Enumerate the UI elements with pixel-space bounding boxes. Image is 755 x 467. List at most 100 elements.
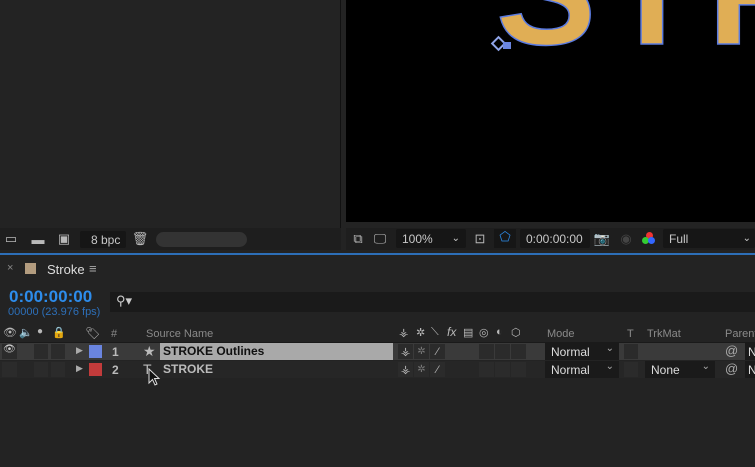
viewer-timecode[interactable]: 0:00:00:00 [520,229,590,248]
snapshot-camera-icon[interactable]: 📷 [594,231,610,247]
label-color-swatch[interactable] [89,363,102,376]
always-preview-icon[interactable]: ⧉ [350,231,366,247]
layer-column-header: 👁 🔈 ● 🔒 🏷 # Source Name ⚶ ✲ ⟍ fx ▤ ◎ ◐ ⬡… [0,323,755,343]
column-parent: Parent [725,328,755,340]
layer-index: 1 [112,345,119,359]
project-toolbar: ▭ ▬ ▣ 8 bpc 🗑 [0,228,341,250]
layer-name[interactable]: STROKE [160,361,393,378]
layer-search-input[interactable]: ⚲▾ [110,292,755,312]
motion-blur-switch[interactable] [479,344,494,359]
adjustment-switch[interactable] [495,362,510,377]
region-of-interest-icon[interactable]: ⊡ [472,231,488,247]
3d-switch[interactable] [511,362,526,377]
collapse-switch-icon[interactable]: ✲ [414,362,429,377]
zoom-dropdown[interactable]: 100% ⌄ [396,229,466,248]
lock-toggle[interactable] [51,344,65,359]
shape-layer-star-icon: ★ [143,343,156,359]
color-channels-icon[interactable] [642,232,658,246]
trkmat-dropdown[interactable]: None ⌄ [645,361,715,378]
parent-pickwhip-icon[interactable]: @ [725,361,738,376]
solo-toggle[interactable] [34,344,48,359]
lock-toggle[interactable] [51,362,65,377]
shy-switch-icon[interactable]: ⚶ [398,344,413,359]
collapse-switch-icon[interactable]: ✲ [414,344,429,359]
quality-switch-icon[interactable]: ⁄ [430,344,445,359]
shy-switch-icon[interactable]: ⚶ [398,362,413,377]
audio-icon[interactable]: 🔈 [19,326,33,339]
adjustment-layer-icon[interactable]: ◐ [496,326,503,338]
mode-dropdown[interactable]: Normal ⌄ [545,361,619,378]
shy-icon[interactable]: ⚶ [399,326,408,339]
fx-icon[interactable]: fx [447,325,456,339]
bpc-button[interactable]: 8 bpc [80,231,126,248]
eye-icon[interactable]: 👁 [2,344,17,359]
video-visibility-icon[interactable]: 👁 [3,326,17,339]
trkmat-value: None [651,362,680,377]
panel-menu-icon[interactable]: ≡ [89,261,97,276]
chevron-down-icon: ⌄ [451,233,460,244]
chevron-down-icon: ⌄ [742,233,751,244]
chevron-down-icon: ⌄ [701,361,710,372]
quality-switch-icon[interactable]: ⁄ [430,362,445,377]
solo-toggle[interactable] [34,362,48,377]
search-icon: ⚲▾ [116,293,133,308]
solo-icon[interactable]: ● [37,326,43,337]
parent-pickwhip-icon[interactable]: @ [725,343,738,358]
new-folder-icon[interactable]: ▬ [29,231,47,247]
preserve-transparency-toggle[interactable] [624,362,638,377]
layer-row[interactable]: ▶ 2 T STROKE ⚶ ✲ ⁄ Normal ⌄ None ⌄ @ N [0,361,755,378]
interpret-footage-icon[interactable]: ▭ [2,231,20,247]
layer-row[interactable]: 👁 ▶ 1 ★ STROKE Outlines ⚶ ✲ ⁄ Normal ⌄ @ … [0,343,755,360]
label-tag-icon[interactable]: 🏷 [85,326,100,340]
parent-dropdown[interactable]: N [745,343,755,360]
column-trkmat: TrkMat [647,328,681,340]
comp-color-swatch [25,263,36,274]
3d-layer-icon[interactable]: ⬡ [511,326,521,339]
resolution-dropdown[interactable]: Full ⌄ [663,229,755,248]
3d-switch[interactable] [511,344,526,359]
toggle-mask-path-icon[interactable]: ⬠ [494,229,516,248]
zoom-value: 100% [402,231,433,246]
motion-blur-switch[interactable] [479,362,494,377]
show-snapshot-icon[interactable]: ◉ [618,231,634,247]
chevron-down-icon: ⌄ [605,361,614,372]
adjustment-switch[interactable] [495,344,510,359]
collapse-transform-icon[interactable]: ✲ [416,326,425,339]
label-color-swatch[interactable] [89,345,102,358]
monitor-icon[interactable]: 🖵 [372,231,388,247]
new-composition-icon[interactable]: ▣ [54,231,74,247]
column-number: # [111,328,118,340]
frame-info: 00000 (23.976 fps) [8,306,101,318]
frame-blending-icon[interactable]: ▤ [463,326,473,339]
expand-arrow-icon[interactable]: ▶ [76,345,83,356]
active-panel-highlight [0,253,755,255]
expand-arrow-icon[interactable]: ▶ [76,363,83,374]
layer-name[interactable]: STROKE Outlines [160,343,393,360]
mouse-cursor-icon [148,368,161,386]
comp-text-layer[interactable]: STR [495,0,755,77]
column-source-name[interactable]: Source Name [146,328,213,340]
mode-value: Normal [551,362,590,377]
layer-index: 2 [112,363,119,377]
delete-icon[interactable]: 🗑 [132,231,149,247]
visibility-toggle[interactable] [2,362,17,377]
motion-blur-icon[interactable]: ◎ [479,326,489,339]
quality-icon[interactable]: ⟍ [431,326,439,339]
current-time[interactable]: 0:00:00:00 [9,287,92,307]
lock-icon[interactable]: 🔒 [52,326,66,339]
close-tab-icon[interactable]: × [7,262,13,274]
parent-dropdown[interactable]: N [745,361,755,378]
viewer-toolbar: ⧉ 🖵 100% ⌄ ⊡ ⬠ 0:00:00:00 📷 ◉ Full ⌄ [346,228,755,250]
mode-value: Normal [551,344,590,359]
column-t: T [627,328,634,340]
project-panel [0,0,341,228]
resolution-value: Full [669,231,689,246]
tab-comp-name[interactable]: Stroke [47,262,85,277]
preserve-transparency-toggle[interactable] [624,344,638,359]
column-mode: Mode [547,328,575,340]
composition-viewer[interactable]: STR [346,0,755,222]
project-scrollbar[interactable] [156,232,247,247]
comp-canvas: STR [490,0,755,77]
mode-dropdown[interactable]: Normal ⌄ [545,343,619,360]
chevron-down-icon: ⌄ [605,343,614,354]
